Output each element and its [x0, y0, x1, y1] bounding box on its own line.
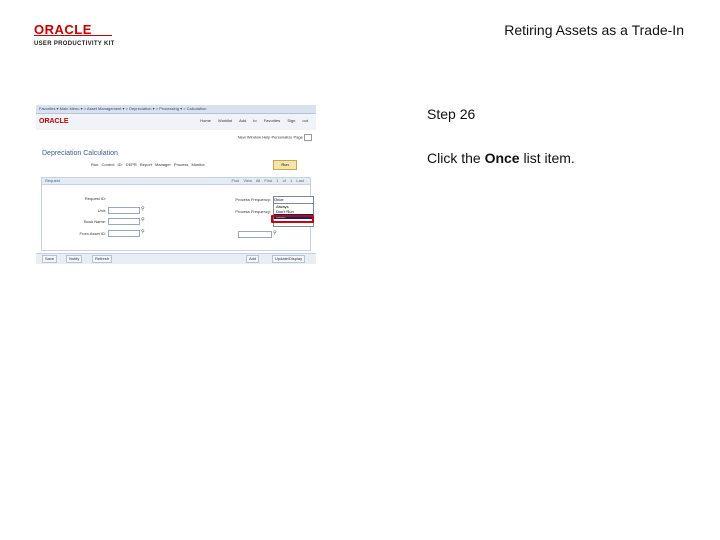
- instruction-suffix: list item.: [519, 150, 575, 166]
- from-asset-lookup-icon[interactable]: ⚲: [141, 229, 145, 235]
- book-name-field[interactable]: [108, 218, 140, 225]
- to-asset-field[interactable]: [238, 231, 272, 238]
- universal-links: Home Worklist Add to Favorites Sign out: [200, 118, 308, 123]
- instruction-text: Click the Once list item.: [427, 150, 575, 166]
- save-button[interactable]: Save: [42, 255, 58, 263]
- page-title: Depreciation Calculation: [42, 150, 118, 157]
- menu-bar: Favorites ▾ Main Menu ▾ > Asset Manageme…: [36, 105, 316, 114]
- unit-lookup-icon[interactable]: ⚲: [141, 206, 145, 212]
- request-panel: Request Find View All First 1 of 1 Last: [41, 177, 311, 251]
- to-asset-lookup-icon[interactable]: ⚲: [273, 230, 277, 236]
- label-from-asset-id: From Asset ID:: [79, 231, 106, 236]
- target-highlight-box: [271, 215, 314, 223]
- logo-rule: [34, 35, 112, 36]
- embedded-screenshot: Favorites ▾ Main Menu ▾ > Asset Manageme…: [36, 105, 316, 264]
- request-id-field: [140, 195, 164, 200]
- panel-tools[interactable]: Find View All First 1 of 1 Last: [231, 178, 304, 183]
- label-book-name: Book Name:: [83, 219, 106, 224]
- document-title: Retiring Assets as a Trade-In: [504, 22, 684, 38]
- notify-button[interactable]: Notify: [66, 255, 83, 263]
- page-links: New Window Help Personalize Page: [238, 134, 312, 141]
- label-process-frequency: Process Frequency:: [235, 197, 271, 202]
- instruction-target: Once: [484, 150, 520, 166]
- link-sign-out[interactable]: Sign out: [287, 118, 308, 123]
- from-asset-field[interactable]: [108, 230, 140, 237]
- link-home[interactable]: Home: [200, 118, 211, 123]
- unit-field[interactable]: [108, 207, 140, 214]
- panel-title: Request: [45, 178, 60, 183]
- label-request-id: Request ID:: [84, 196, 106, 201]
- add-button[interactable]: Add: [246, 255, 260, 263]
- instruction-prefix: Click the: [427, 150, 485, 166]
- update-display-button[interactable]: Update/Display: [272, 255, 306, 263]
- breadcrumb: Favorites ▾ Main Menu ▾ > Asset Manageme…: [39, 106, 207, 111]
- run-button[interactable]: Run: [273, 160, 297, 170]
- upk-subtitle: USER PRODUCTIVITY KIT: [34, 41, 115, 47]
- link-add-favorites[interactable]: Add to Favorites: [239, 118, 280, 123]
- panel-header: Request Find View All First 1 of 1 Last: [42, 178, 310, 185]
- link-worklist[interactable]: Worklist: [218, 118, 232, 123]
- label-process-frequency-2: Process Frequency:: [235, 209, 271, 214]
- banner-logo: ORACLE: [39, 118, 69, 125]
- step-number: Step 26: [427, 106, 476, 122]
- book-lookup-icon[interactable]: ⚲: [141, 217, 145, 223]
- oracle-upk-logo: ORACLE USER PRODUCTIVITY KIT: [34, 23, 129, 48]
- page-links-text[interactable]: New Window Help Personalize Page: [238, 135, 303, 140]
- run-control-line: Run Control ID: DEPR Report Manager Proc…: [91, 162, 205, 167]
- personalize-icon[interactable]: [304, 134, 312, 141]
- refresh-button[interactable]: Refresh: [92, 255, 113, 263]
- label-unit: Unit:: [97, 208, 106, 213]
